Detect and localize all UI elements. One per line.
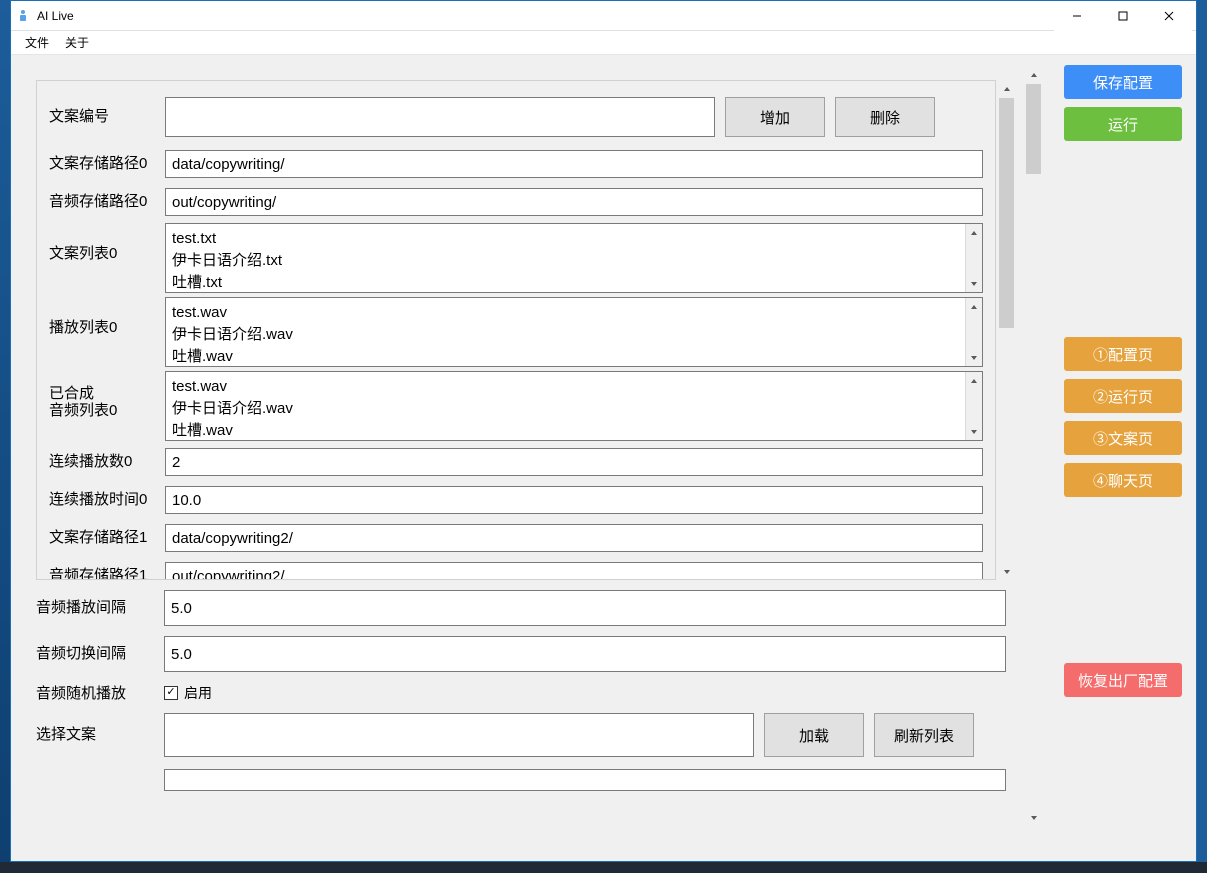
nav-run-page[interactable]: ②运行页 <box>1064 379 1182 413</box>
label-copy-store-path1: 文案存储路径1 <box>49 529 165 547</box>
synth-list0-scrollbar[interactable] <box>965 372 982 440</box>
input-copy-store-path0[interactable] <box>165 150 983 178</box>
label-copy-list0: 文案列表0 <box>49 223 165 263</box>
scroll-down-icon[interactable] <box>998 563 1015 580</box>
scroll-up-icon[interactable] <box>1025 66 1042 83</box>
refresh-list-button[interactable]: 刷新列表 <box>874 713 974 757</box>
scroll-thumb[interactable] <box>1026 84 1041 174</box>
label-copy-id: 文案编号 <box>49 108 165 126</box>
checkbox-enable-random[interactable] <box>164 686 178 700</box>
save-config-button[interactable]: 保存配置 <box>1064 65 1182 99</box>
scroll-up-icon[interactable] <box>966 298 982 315</box>
menu-file[interactable]: 文件 <box>17 32 57 53</box>
app-icon <box>15 8 31 24</box>
label-select-copy: 选择文案 <box>36 726 164 744</box>
main-panel: 文案编号 增加 删除 文案存储路径0 音频存储路径0 文案列表0 <box>21 65 1046 851</box>
outer-scrollbar[interactable] <box>1025 66 1042 826</box>
input-extra[interactable] <box>164 769 1006 791</box>
play-list0-scrollbar[interactable] <box>965 298 982 366</box>
textarea-play-list0[interactable]: test.wav 伊卡日语介绍.wav 吐槽.wav <box>165 297 983 367</box>
settings-group: 文案编号 增加 删除 文案存储路径0 音频存储路径0 文案列表0 <box>36 80 996 580</box>
taskbar <box>0 862 1207 873</box>
input-select-copy[interactable] <box>164 713 754 757</box>
input-audio-switch-interval[interactable] <box>164 636 1006 672</box>
input-audio-play-interval[interactable] <box>164 590 1006 626</box>
label-audio-random-play: 音频随机播放 <box>36 682 164 703</box>
factory-reset-button[interactable]: 恢复出厂配置 <box>1064 663 1182 697</box>
textarea-synth-list0[interactable]: test.wav 伊卡日语介绍.wav 吐槽.wav <box>165 371 983 441</box>
scroll-up-icon[interactable] <box>966 224 982 241</box>
label-audio-store-path1: 音频存储路径1 <box>49 567 165 580</box>
sidebar: 保存配置 运行 ①配置页 ②运行页 ③文案页 ④聊天页 恢复出厂配置 <box>1056 55 1196 861</box>
input-copy-store-path1[interactable] <box>165 524 983 552</box>
app-window: AI Live 文件 关于 文案编号 <box>10 0 1197 862</box>
input-copy-id[interactable] <box>165 97 715 137</box>
label-cont-play-time0: 连续播放时间0 <box>49 491 165 509</box>
delete-button[interactable]: 删除 <box>835 97 935 137</box>
load-button[interactable]: 加载 <box>764 713 864 757</box>
input-cont-play-count0[interactable] <box>165 448 983 476</box>
minimize-button[interactable] <box>1054 1 1100 31</box>
input-audio-store-path0[interactable] <box>165 188 983 216</box>
input-cont-play-time0[interactable] <box>165 486 983 514</box>
menubar: 文件 关于 <box>11 31 1196 55</box>
label-synth-list0: 已合成音频列表0 <box>49 371 165 420</box>
maximize-button[interactable] <box>1100 1 1146 31</box>
label-audio-store-path0: 音频存储路径0 <box>49 193 165 211</box>
checkbox-enable-label: 启用 <box>184 683 212 703</box>
scroll-down-icon[interactable] <box>966 349 982 366</box>
group-scrollbar[interactable] <box>998 80 1015 580</box>
label-cont-play-count0: 连续播放数0 <box>49 453 165 471</box>
nav-config-page[interactable]: ①配置页 <box>1064 337 1182 371</box>
nav-copy-page[interactable]: ③文案页 <box>1064 421 1182 455</box>
scroll-down-icon[interactable] <box>966 423 982 440</box>
close-button[interactable] <box>1146 1 1192 31</box>
nav-chat-page[interactable]: ④聊天页 <box>1064 463 1182 497</box>
label-play-list0: 播放列表0 <box>49 297 165 337</box>
scroll-up-icon[interactable] <box>966 372 982 389</box>
add-button[interactable]: 增加 <box>725 97 825 137</box>
copy-list0-scrollbar[interactable] <box>965 224 982 292</box>
menu-about[interactable]: 关于 <box>57 32 97 53</box>
label-audio-play-interval: 音频播放间隔 <box>36 599 164 617</box>
textarea-copy-list0[interactable]: test.txt 伊卡日语介绍.txt 吐槽.txt <box>165 223 983 293</box>
scroll-down-icon[interactable] <box>966 275 982 292</box>
run-button[interactable]: 运行 <box>1064 107 1182 141</box>
scroll-thumb[interactable] <box>999 98 1014 328</box>
input-audio-store-path1[interactable] <box>165 562 983 580</box>
scroll-up-icon[interactable] <box>998 80 1015 97</box>
window-title: AI Live <box>37 9 74 23</box>
scroll-down-icon[interactable] <box>1025 809 1042 826</box>
label-audio-switch-interval: 音频切换间隔 <box>36 645 164 663</box>
titlebar: AI Live <box>11 1 1196 31</box>
label-copy-store-path0: 文案存储路径0 <box>49 155 165 173</box>
